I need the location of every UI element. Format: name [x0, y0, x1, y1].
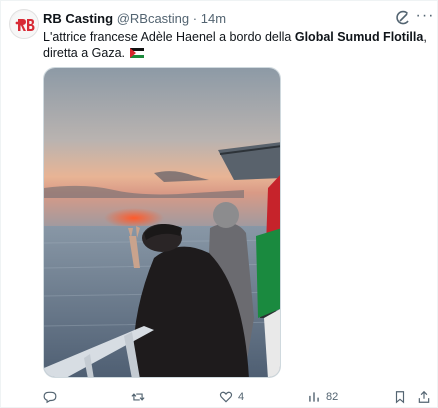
avatar[interactable] — [9, 9, 39, 39]
tweet-photo[interactable] — [43, 67, 281, 378]
palestine-flag-icon — [130, 48, 145, 58]
share-button[interactable] — [417, 389, 431, 405]
heart-icon — [219, 391, 233, 403]
like-count: 4 — [238, 391, 245, 403]
share-icon — [418, 390, 430, 403]
bookmark-icon — [395, 391, 405, 404]
separator-dot: · — [192, 11, 198, 26]
retweet-icon — [131, 393, 145, 401]
tweet-header: RB Casting @RBcasting · 14m — [43, 11, 226, 27]
tweet-text-bold: Global Sumud Flotilla — [294, 30, 424, 44]
more-options-icon[interactable]: ··· — [415, 7, 435, 27]
like-button[interactable]: 4 — [219, 389, 244, 405]
action-bar: 4 82 — [43, 389, 435, 405]
grok-icon[interactable] — [395, 10, 411, 26]
retweet-button[interactable] — [131, 389, 150, 405]
reply-icon — [43, 391, 57, 404]
tweet-text-part: L'attrice francese Adèle Haenel a bordo … — [43, 30, 295, 44]
rb-casting-logo — [11, 11, 38, 38]
reply-button[interactable] — [43, 389, 62, 405]
tweet-card[interactable]: RB Casting @RBcasting · 14m ··· L'attric… — [0, 0, 438, 408]
bookmark-button[interactable] — [393, 389, 407, 405]
author-name[interactable]: RB Casting — [43, 11, 113, 26]
views-button[interactable]: 82 — [307, 389, 338, 405]
views-icon — [309, 392, 319, 402]
timestamp[interactable]: 14m — [201, 11, 226, 26]
tweet-text: L'attrice francese Adèle Haenel a bordo … — [43, 29, 431, 61]
photo-image — [44, 68, 280, 377]
author-handle[interactable]: @RBcasting — [117, 11, 189, 26]
views-count: 82 — [326, 391, 339, 403]
